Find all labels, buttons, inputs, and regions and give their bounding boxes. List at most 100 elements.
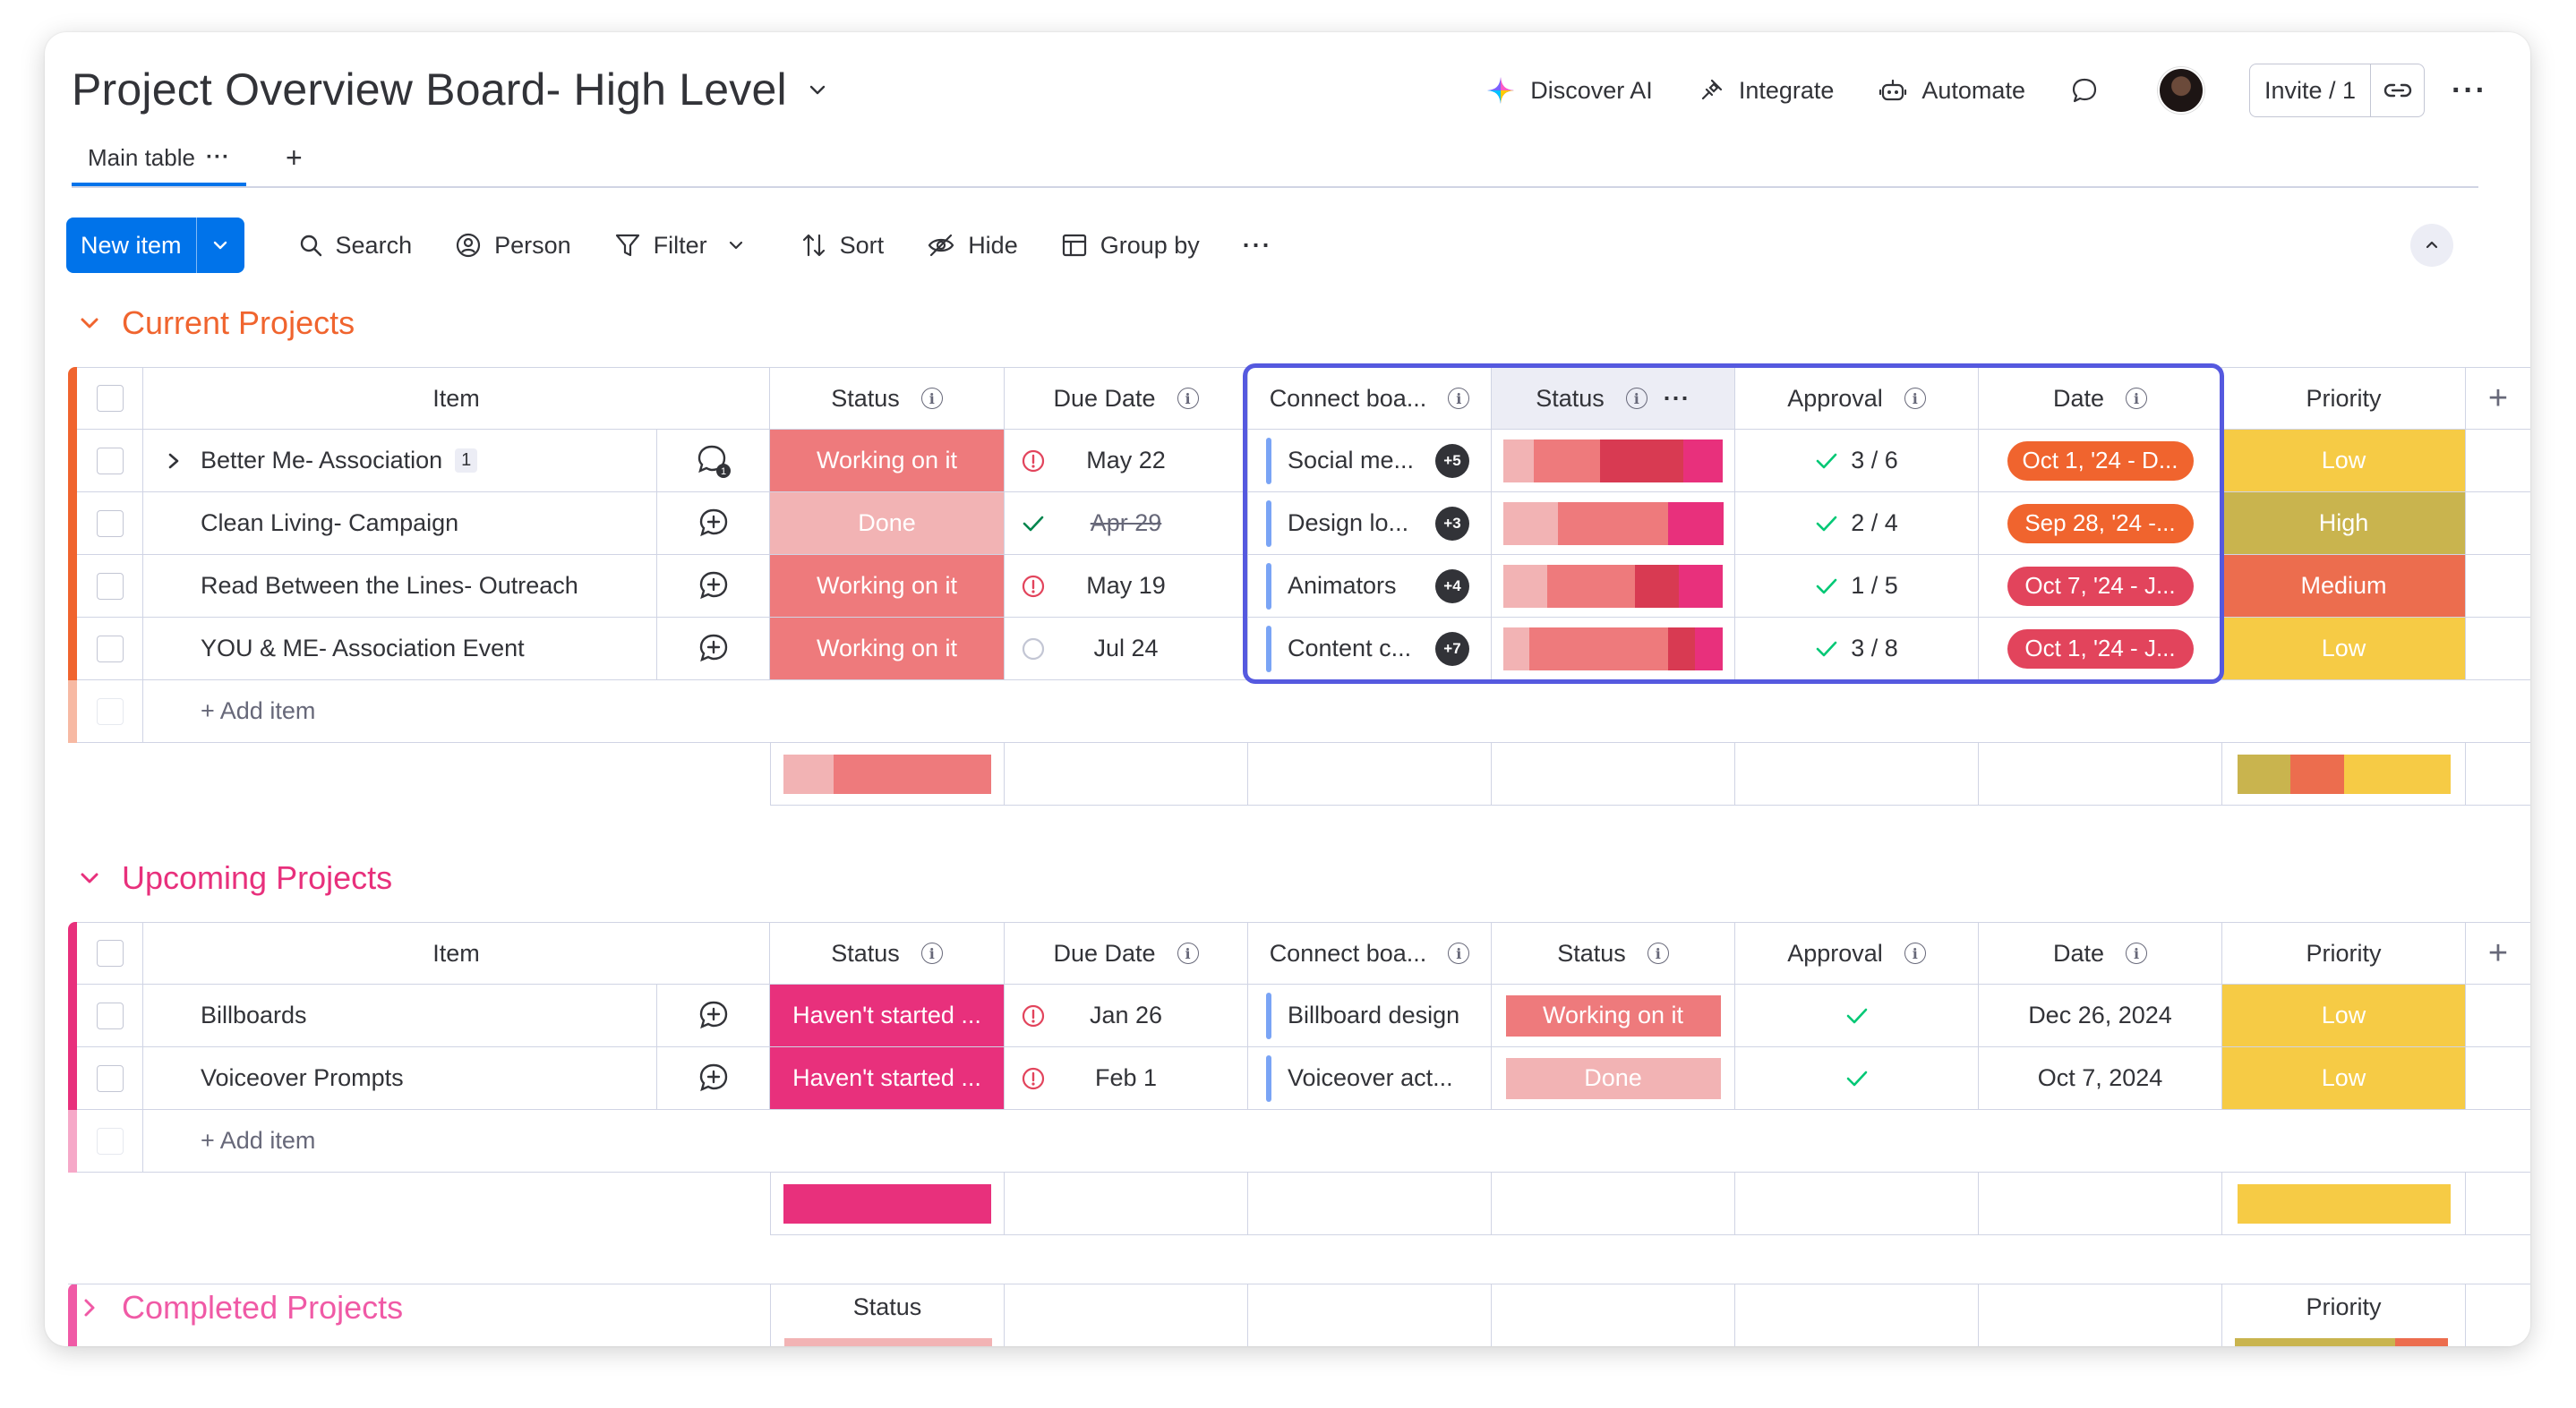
add-item-button[interactable]: + Add item bbox=[143, 680, 2530, 743]
subitem-count-badge[interactable]: 1 bbox=[455, 448, 478, 473]
group-name-upcoming[interactable]: Upcoming Projects bbox=[122, 859, 392, 897]
date-cell[interactable]: Oct 7, '24 - J... bbox=[1979, 555, 2222, 618]
row-checkbox[interactable] bbox=[96, 1002, 124, 1029]
chevron-down-icon[interactable] bbox=[72, 866, 107, 890]
status-cell[interactable]: Working on it bbox=[770, 618, 1005, 680]
chevron-down-icon[interactable] bbox=[807, 79, 828, 100]
info-icon[interactable]: i bbox=[1177, 388, 1199, 409]
approval-cell[interactable]: 1 / 5 bbox=[1735, 555, 1979, 618]
due-date-cell[interactable]: Feb 1 bbox=[1005, 1047, 1248, 1110]
more-options-icon[interactable]: ··· bbox=[2452, 73, 2487, 108]
priority-cell[interactable]: High bbox=[2222, 492, 2466, 555]
updates-cell[interactable] bbox=[657, 618, 770, 680]
info-icon[interactable]: i bbox=[1448, 388, 1470, 409]
filter-button[interactable]: Filter bbox=[614, 232, 757, 260]
group-by-button[interactable]: Group by bbox=[1061, 232, 1200, 260]
hide-button[interactable]: Hide bbox=[927, 232, 1018, 260]
date-cell[interactable]: Oct 7, 2024 bbox=[1979, 1047, 2222, 1110]
priority-cell[interactable]: Low bbox=[2222, 618, 2466, 680]
updates-cell[interactable] bbox=[657, 555, 770, 618]
info-icon[interactable]: i bbox=[1177, 943, 1199, 964]
tab-more-icon[interactable]: ··· bbox=[206, 145, 230, 170]
approval-cell[interactable]: 3 / 6 bbox=[1735, 430, 1979, 492]
info-icon[interactable]: i bbox=[1647, 943, 1669, 964]
info-icon[interactable]: i bbox=[1448, 943, 1470, 964]
due-date-cell[interactable]: May 22 bbox=[1005, 430, 1248, 492]
add-column-button[interactable]: + bbox=[2466, 922, 2530, 985]
col-header-priority[interactable]: Priority bbox=[2222, 1284, 2466, 1346]
col-header-status2[interactable]: Status i ··· bbox=[1492, 367, 1735, 430]
info-icon[interactable]: i bbox=[920, 388, 943, 409]
table-row[interactable]: Billboards Haven't started ... Jan 26 Bi… bbox=[68, 985, 2530, 1047]
col-header-date[interactable]: Date i bbox=[1979, 367, 2222, 430]
connect-more-badge[interactable]: +5 bbox=[1435, 443, 1469, 478]
status-cell[interactable]: Haven't started ... bbox=[770, 985, 1005, 1047]
chevron-down-icon[interactable] bbox=[727, 236, 745, 254]
row-checkbox[interactable] bbox=[96, 509, 124, 537]
group-header-completed[interactable]: Completed Projects bbox=[72, 1289, 403, 1327]
approval-cell[interactable]: 3 / 8 bbox=[1735, 618, 1979, 680]
priority-cell[interactable]: Low bbox=[2222, 1047, 2466, 1110]
chevron-right-icon[interactable] bbox=[72, 1296, 107, 1319]
due-date-cell[interactable]: Apr 29 bbox=[1005, 492, 1248, 555]
col-header-status2[interactable]: Status i bbox=[1492, 922, 1735, 985]
integrate-button[interactable]: Integrate bbox=[1698, 77, 1834, 105]
new-item-label[interactable]: New item bbox=[66, 218, 196, 273]
discover-ai-button[interactable]: Discover AI bbox=[1485, 75, 1653, 106]
table-row[interactable]: Better Me- Association 1 1 Working on it… bbox=[68, 430, 2530, 492]
status-mirror-cell[interactable]: Working on it bbox=[1492, 985, 1735, 1047]
add-item-button[interactable]: + Add item bbox=[143, 1110, 2530, 1173]
col-header-priority[interactable]: Priority bbox=[2222, 367, 2466, 430]
select-all-checkbox[interactable] bbox=[96, 385, 124, 412]
info-icon[interactable]: i bbox=[2126, 388, 2148, 409]
table-row[interactable]: Read Between the Lines- Outreach Working… bbox=[68, 555, 2530, 618]
status-cell[interactable]: Working on it bbox=[770, 430, 1005, 492]
info-icon[interactable]: i bbox=[1625, 388, 1647, 409]
status-cell[interactable]: Working on it bbox=[770, 555, 1005, 618]
status-mirror-cell[interactable] bbox=[1492, 492, 1735, 555]
new-item-dropdown[interactable] bbox=[195, 218, 244, 273]
item-name-cell[interactable]: YOU & ME- Association Event bbox=[143, 618, 657, 680]
date-cell[interactable]: Oct 1, '24 - D... bbox=[1979, 430, 2222, 492]
connect-cell[interactable]: Voiceover act... bbox=[1248, 1047, 1492, 1110]
approval-cell[interactable] bbox=[1735, 985, 1979, 1047]
add-view-button[interactable]: + bbox=[286, 141, 303, 175]
person-filter-button[interactable]: Person bbox=[455, 232, 571, 260]
column-more-icon[interactable]: ··· bbox=[1664, 385, 1690, 413]
col-header-approval[interactable]: Approval i bbox=[1735, 367, 1979, 430]
group-header-upcoming[interactable]: Upcoming Projects bbox=[72, 859, 392, 897]
connect-cell[interactable]: Animators +4 bbox=[1248, 555, 1492, 618]
select-all-checkbox[interactable] bbox=[96, 940, 124, 967]
updates-cell[interactable] bbox=[657, 985, 770, 1047]
invite-button[interactable]: Invite / 1 bbox=[2250, 64, 2370, 116]
table-row[interactable]: YOU & ME- Association Event Working on i… bbox=[68, 618, 2530, 680]
collapse-toolbar-button[interactable] bbox=[2410, 224, 2453, 267]
col-header-date[interactable]: Date i bbox=[1979, 922, 2222, 985]
info-icon[interactable]: i bbox=[1904, 388, 1926, 409]
table-row[interactable]: Clean Living- Campaign Done Apr 29 Desig… bbox=[68, 492, 2530, 555]
sort-button[interactable]: Sort bbox=[800, 232, 884, 260]
group-name-current[interactable]: Current Projects bbox=[122, 304, 355, 342]
connect-cell[interactable]: Social me... +5 bbox=[1248, 430, 1492, 492]
updates-cell[interactable]: 1 bbox=[657, 430, 770, 492]
col-header-priority[interactable]: Priority bbox=[2222, 922, 2466, 985]
approval-cell[interactable] bbox=[1735, 1047, 1979, 1110]
col-header-status[interactable]: Status i bbox=[770, 922, 1005, 985]
toolbar-more-icon[interactable]: ··· bbox=[1243, 232, 1272, 260]
item-name-cell[interactable]: Voiceover Prompts bbox=[143, 1047, 657, 1110]
col-header-status[interactable]: Status bbox=[770, 1284, 1005, 1346]
group-header-current[interactable]: Current Projects bbox=[72, 304, 355, 342]
col-header-item[interactable]: Item bbox=[143, 367, 770, 430]
automate-button[interactable]: Automate bbox=[1879, 77, 2025, 105]
status-mirror-cell[interactable] bbox=[1492, 555, 1735, 618]
info-icon[interactable]: i bbox=[1904, 943, 1926, 964]
due-date-cell[interactable]: Jan 26 bbox=[1005, 985, 1248, 1047]
status-mirror-cell[interactable]: Done bbox=[1492, 1047, 1735, 1110]
table-row[interactable]: Voiceover Prompts Haven't started ... Fe… bbox=[68, 1047, 2530, 1110]
date-cell[interactable]: Sep 28, '24 -... bbox=[1979, 492, 2222, 555]
info-icon[interactable]: i bbox=[2126, 943, 2148, 964]
approval-cell[interactable]: 2 / 4 bbox=[1735, 492, 1979, 555]
connect-more-badge[interactable]: +4 bbox=[1435, 568, 1469, 603]
priority-cell[interactable]: Low bbox=[2222, 985, 2466, 1047]
row-checkbox[interactable] bbox=[96, 1064, 124, 1092]
